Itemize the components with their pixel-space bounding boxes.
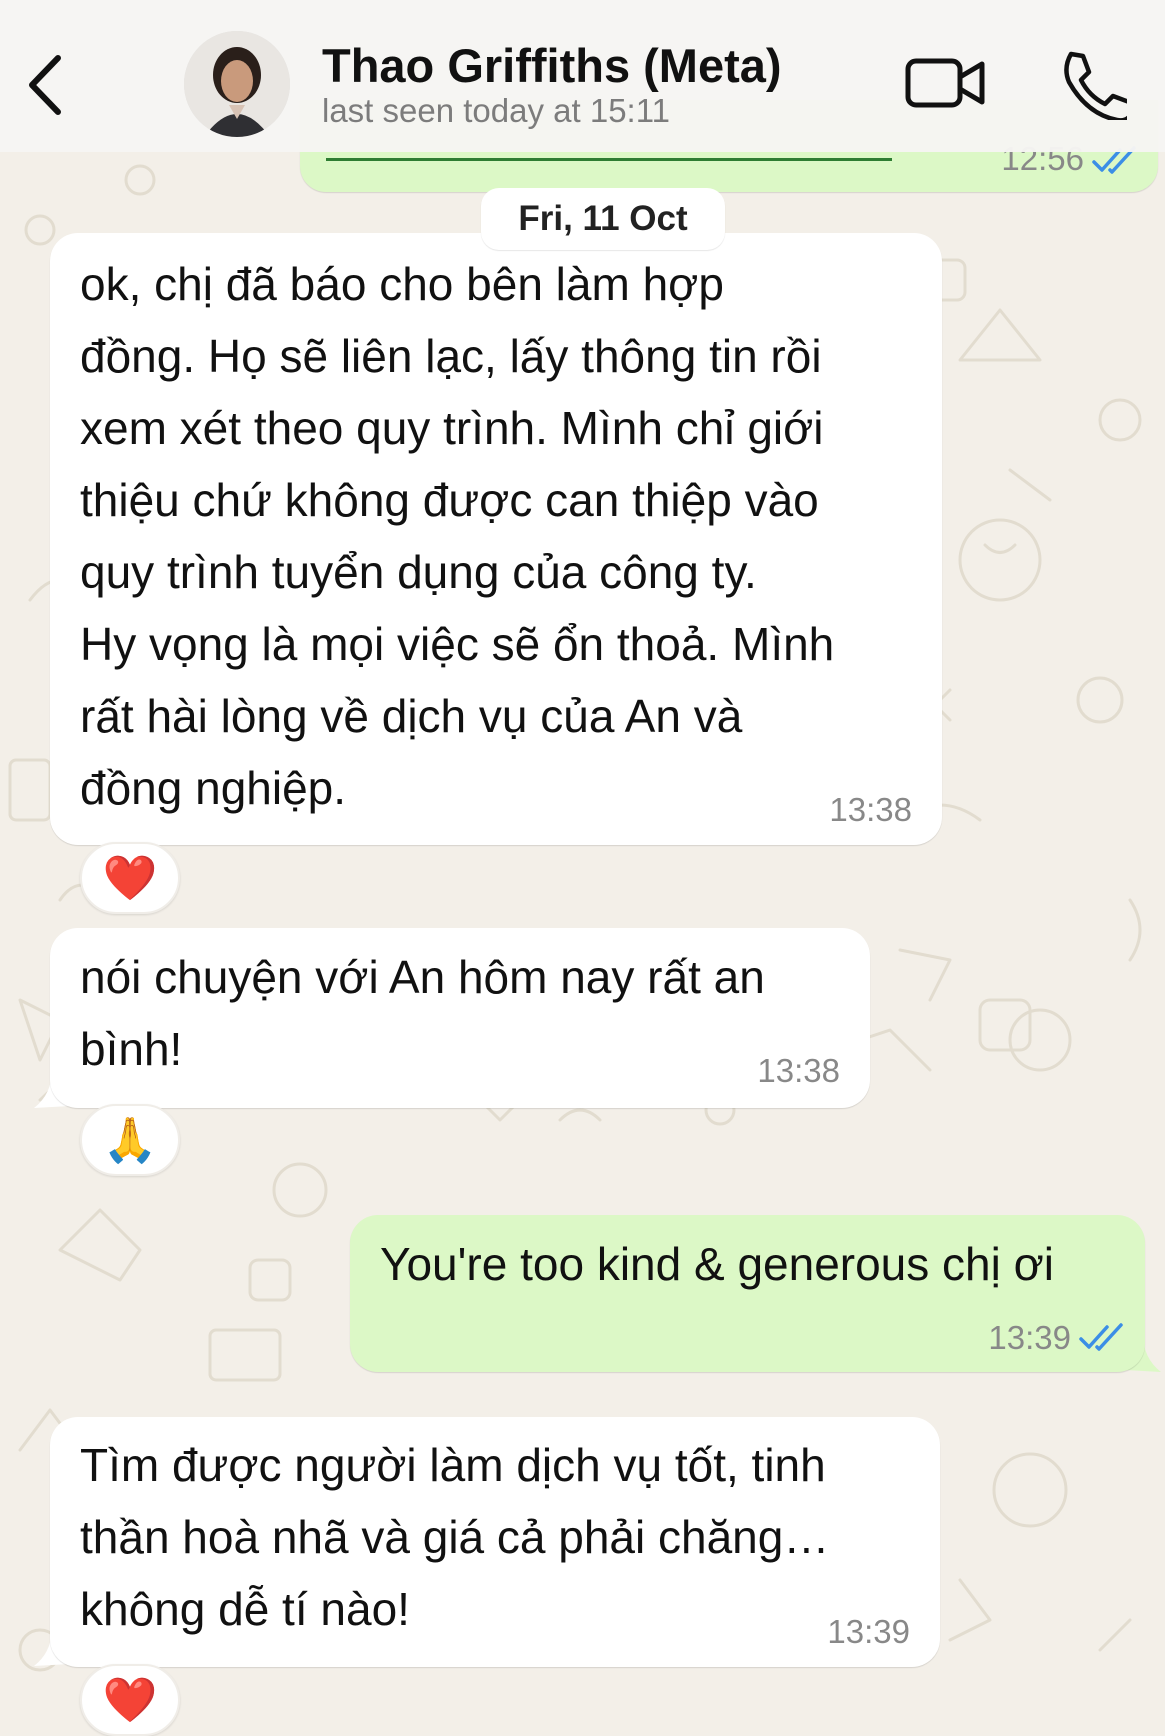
link-underline (326, 158, 892, 161)
message-line: đồng nghiệp. (80, 762, 347, 814)
back-chevron-icon[interactable] (20, 50, 70, 120)
message-time: 13:39 (988, 1319, 1071, 1356)
message-line: You're too kind & generous chị ơi (380, 1238, 1055, 1290)
message-line: nói chuyện với An hôm nay rất an (80, 951, 765, 1003)
message-line: đồng. Họ sẽ liên lạc, lấy thông tin rồi (80, 330, 822, 382)
message-line: không dễ tí nào! (80, 1583, 410, 1635)
message-time: 13:38 (829, 791, 912, 828)
message-text: nói chuyện với An hôm nay rất an bình! (80, 941, 765, 1085)
avatar-photo (184, 31, 290, 137)
message-line: quy trình tuyển dụng của công ty. (80, 546, 757, 598)
chat-header: Thao Griffiths (Meta) last seen today at… (0, 0, 1165, 152)
message-time: 13:39 (827, 1613, 910, 1650)
message-line: thiệu chứ không được can thiệp vào (80, 474, 819, 526)
phone-call-icon[interactable] (1055, 48, 1127, 120)
avatar[interactable] (184, 31, 290, 137)
contact-name[interactable]: Thao Griffiths (Meta) (322, 38, 782, 93)
message-text: You're too kind & generous chị ơi (380, 1228, 1054, 1300)
read-receipt-icon (1079, 1323, 1123, 1351)
date-separator: Fri, 11 Oct (481, 188, 725, 250)
last-seen-status: last seen today at 15:11 (322, 92, 670, 129)
heart-reaction[interactable]: ❤️ (80, 1664, 180, 1736)
message-line: Hy vọng là mọi việc sẽ ổn thoả. Mình (80, 618, 835, 670)
video-call-icon[interactable] (905, 52, 987, 114)
message-line: thần hoà nhã và giá cả phải chăng… (80, 1511, 830, 1563)
heart-reaction[interactable]: ❤️ (80, 842, 180, 914)
incoming-message-bubble[interactable]: Tìm được người làm dịch vụ tốt, tinh thầ… (50, 1417, 940, 1667)
message-line: xem xét theo quy trình. Mình chỉ giới (80, 402, 824, 454)
message-line: rất hài lòng về dịch vụ của An và (80, 690, 743, 742)
incoming-message-bubble[interactable]: nói chuyện với An hôm nay rất an bình! 1… (50, 928, 870, 1108)
praying-hands-reaction[interactable]: 🙏 (80, 1104, 180, 1176)
message-time: 13:38 (757, 1052, 840, 1089)
outgoing-message-bubble[interactable]: You're too kind & generous chị ơi 13:39 (350, 1215, 1145, 1372)
message-text: ok, chị đã báo cho bên làm hợp đồng. Họ … (80, 248, 834, 824)
message-text: Tìm được người làm dịch vụ tốt, tinh thầ… (80, 1429, 829, 1645)
message-line: Tìm được người làm dịch vụ tốt, tinh (80, 1439, 826, 1491)
message-line: bình! (80, 1023, 183, 1075)
message-line: ok, chị đã báo cho bên làm hợp (80, 258, 724, 310)
incoming-message-bubble[interactable]: ok, chị đã báo cho bên làm hợp đồng. Họ … (50, 233, 942, 845)
